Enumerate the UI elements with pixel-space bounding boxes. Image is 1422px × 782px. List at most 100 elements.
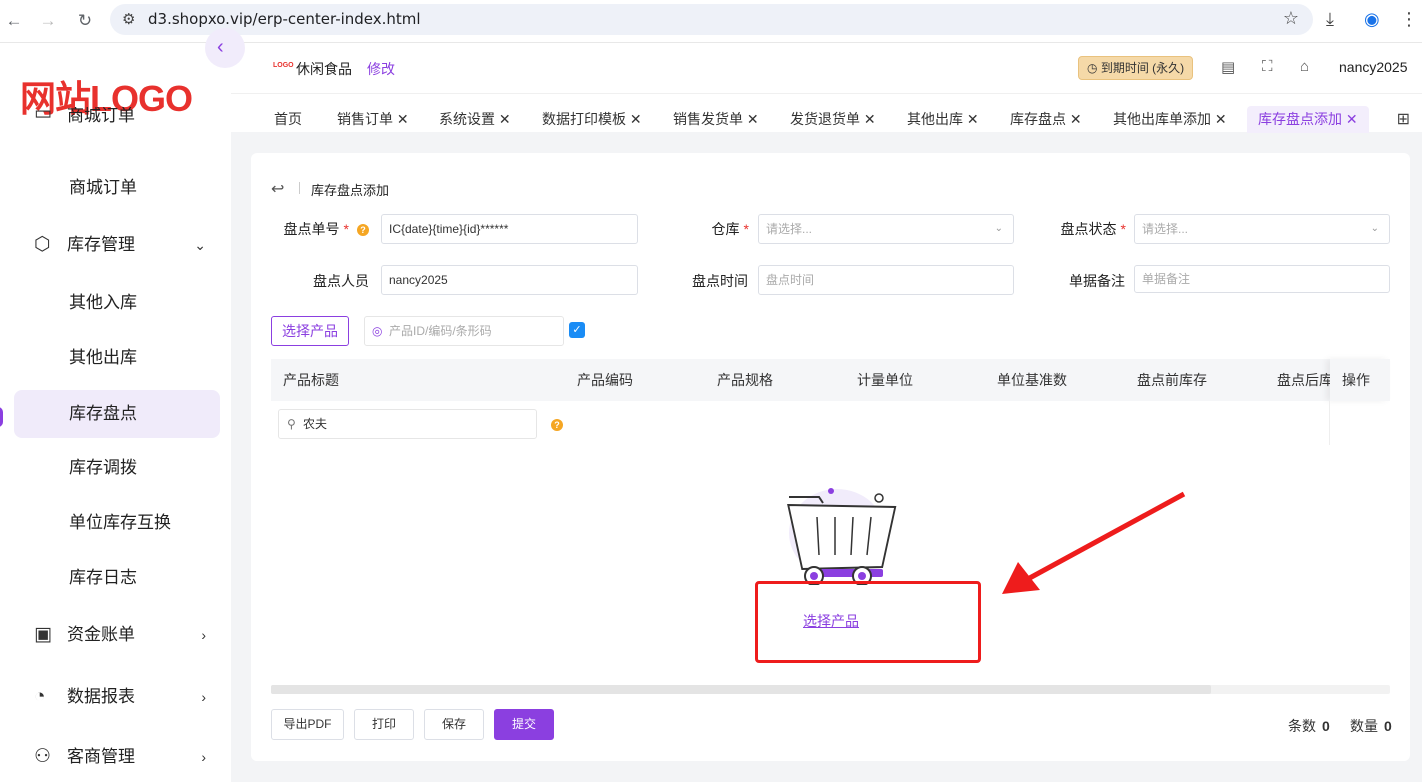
tab-print-templates[interactable]: 数据打印模板 ✕ bbox=[542, 94, 642, 133]
sidebar-item-mall-orders-group[interactable]: ▭ 商城订单 bbox=[14, 107, 220, 147]
person-label: 盘点人员 bbox=[313, 273, 369, 289]
tab-label: 系统设置 bbox=[439, 111, 495, 127]
fullscreen-icon[interactable]: ⛶ bbox=[1262, 58, 1273, 75]
qty-label: 数量 bbox=[1350, 718, 1378, 734]
tab-other-outbound-add[interactable]: 其他出库单添加 ✕ bbox=[1113, 94, 1227, 133]
profile-icon[interactable]: ◉ bbox=[1364, 9, 1380, 30]
url-text[interactable]: d3.shopxo.vip/erp-center-index.html bbox=[148, 10, 421, 28]
expire-label: 到期时间 (永久) bbox=[1100, 61, 1185, 75]
sidebar-item-label: 库存日志 bbox=[69, 568, 137, 587]
sidebar-item-stock-transfer[interactable]: 库存调拨 bbox=[14, 444, 220, 492]
site-settings-icon[interactable]: ⚙ bbox=[122, 10, 135, 28]
tab-sales-delivery[interactable]: 销售发货单 ✕ bbox=[673, 94, 759, 133]
close-icon[interactable]: ✕ bbox=[1070, 111, 1082, 127]
sidebar-item-label: 其他出库 bbox=[69, 348, 137, 367]
sidebar-item-label: 单位库存互换 bbox=[69, 513, 171, 532]
print-button[interactable]: 打印 bbox=[354, 709, 414, 740]
submit-button[interactable]: 提交 bbox=[494, 709, 554, 740]
remark-textarea[interactable]: 单据备注 bbox=[1134, 265, 1390, 293]
filter-value: 农夫 bbox=[303, 417, 328, 431]
product-search-input[interactable]: ◎ 产品ID/编码/条形码 bbox=[364, 316, 564, 346]
reload-icon[interactable]: ↻ bbox=[74, 11, 96, 31]
sidebar-item-label: 其他入库 bbox=[69, 293, 137, 312]
order-no-field[interactable]: IC{date}{time}{id}****** bbox=[381, 214, 638, 244]
tab-stocktaking[interactable]: 库存盘点 ✕ bbox=[1010, 94, 1082, 133]
tab-sales-orders[interactable]: 销售订单 ✕ bbox=[337, 94, 409, 133]
sidebar-item-funds[interactable]: ▣ 资金账单 › bbox=[14, 611, 220, 659]
chevron-right-icon: › bbox=[201, 627, 206, 643]
remark-label: 单据备注 bbox=[1069, 273, 1125, 289]
chevron-left-icon: ‹ bbox=[217, 36, 224, 58]
sidebar-item-reports[interactable]: ◔ 数据报表 › bbox=[14, 673, 220, 721]
tab-stocktaking-add[interactable]: 库存盘点添加 ✕ bbox=[1247, 106, 1369, 133]
qty-stat: 数量 0 bbox=[1350, 716, 1392, 736]
status-select[interactable]: 请选择... ⌄ bbox=[1134, 214, 1390, 244]
decor-dot bbox=[828, 488, 834, 494]
back-icon[interactable]: ↩ bbox=[271, 179, 284, 199]
help-icon[interactable]: ? bbox=[357, 224, 369, 237]
chevron-down-icon: ⌄ bbox=[1370, 223, 1379, 234]
bookmark-star-icon[interactable]: ☆ bbox=[1283, 8, 1299, 29]
search-placeholder: 产品ID/编码/条形码 bbox=[389, 324, 492, 338]
scrollbar-thumb[interactable] bbox=[271, 685, 1211, 694]
sidebar-item-other-outbound[interactable]: 其他出库 bbox=[14, 334, 220, 382]
search-icon: ⚲ bbox=[287, 417, 296, 431]
title-filter-input[interactable]: ⚲ 农夫 bbox=[278, 409, 537, 439]
sidebar-item-mall-orders[interactable]: 商城订单 bbox=[14, 164, 220, 212]
tab-label: 库存盘点添加 bbox=[1258, 111, 1342, 127]
scan-checkbox[interactable]: ✓ bbox=[569, 322, 585, 338]
tab-other-outbound[interactable]: 其他出库 ✕ bbox=[907, 94, 979, 133]
sidebar-collapse-button[interactable]: ‹ bbox=[205, 28, 245, 68]
sidebar-item-stocktaking[interactable]: 库存盘点 bbox=[14, 390, 220, 438]
tab-home[interactable]: 首页 bbox=[274, 94, 302, 133]
chevron-right-icon: › bbox=[201, 689, 206, 705]
warehouse-select[interactable]: 请选择... ⌄ bbox=[758, 214, 1014, 244]
home-icon[interactable]: ⌂ bbox=[1300, 58, 1309, 75]
shop-name: 休闲食品 bbox=[296, 61, 352, 77]
close-icon[interactable]: ✕ bbox=[747, 111, 759, 127]
close-icon[interactable]: ✕ bbox=[967, 111, 979, 127]
sidebar-item-merchants[interactable]: ⚇ 客商管理 › bbox=[14, 733, 220, 781]
camera-icon[interactable]: ◎ bbox=[372, 317, 382, 345]
close-icon[interactable]: ✕ bbox=[864, 111, 876, 127]
sidebar-item-inventory[interactable]: ⬡ 库存管理 ⌄ bbox=[14, 221, 220, 269]
chevron-down-icon: ⌄ bbox=[994, 223, 1003, 234]
menu-dots-icon[interactable]: ⋮ bbox=[1400, 9, 1418, 30]
tab-label: 发货退货单 bbox=[790, 111, 860, 127]
select-product-button[interactable]: 选择产品 bbox=[271, 316, 349, 346]
username[interactable]: nancy2025 bbox=[1339, 59, 1408, 75]
time-field[interactable]: 盘点时间 bbox=[758, 265, 1014, 295]
chevron-down-icon: ⌄ bbox=[194, 237, 206, 253]
required-mark: * bbox=[743, 221, 749, 237]
count-label: 条数 bbox=[1288, 718, 1316, 734]
person-field[interactable]: nancy2025 bbox=[381, 265, 638, 295]
tab-label: 其他出库单添加 bbox=[1113, 111, 1211, 127]
expire-badge[interactable]: ◷ 到期时间 (永久) bbox=[1078, 56, 1194, 80]
close-icon[interactable]: ✕ bbox=[1346, 111, 1358, 127]
count-value: 0 bbox=[1322, 718, 1330, 734]
tab-delivery-return[interactable]: 发货退货单 ✕ bbox=[790, 94, 876, 133]
close-icon[interactable]: ✕ bbox=[397, 111, 409, 127]
sidebar-item-unit-exchange[interactable]: 单位库存互换 bbox=[14, 499, 220, 547]
tabs-grid-icon[interactable]: ⊞ bbox=[1397, 109, 1410, 129]
save-button[interactable]: 保存 bbox=[424, 709, 484, 740]
shop-edit-link[interactable]: 修改 bbox=[367, 59, 395, 79]
close-icon[interactable]: ✕ bbox=[1215, 111, 1227, 127]
address-bar[interactable]: ⚙ d3.shopxo.vip/erp-center-index.html ☆ bbox=[110, 4, 1313, 35]
back-arrow-icon[interactable]: ← bbox=[3, 11, 25, 31]
close-icon[interactable]: ✕ bbox=[630, 111, 642, 127]
close-icon[interactable]: ✕ bbox=[499, 111, 511, 127]
sidebar-item-stock-log[interactable]: 库存日志 bbox=[14, 554, 220, 602]
tab-label: 数据打印模板 bbox=[542, 111, 626, 127]
forward-arrow-icon[interactable]: → bbox=[37, 11, 59, 31]
tab-system-settings[interactable]: 系统设置 ✕ bbox=[439, 94, 511, 133]
sidebar: 网站LOGO ▭ 商城订单 商城订单 ⬡ 库存管理 ⌄ 其他入库 其他出库 库存… bbox=[0, 43, 231, 782]
sidebar-item-other-inbound[interactable]: 其他入库 bbox=[14, 279, 220, 327]
help-icon[interactable]: ? bbox=[551, 419, 563, 431]
export-pdf-button[interactable]: 导出PDF bbox=[271, 709, 344, 740]
translate-icon[interactable]: ▤ bbox=[1221, 58, 1235, 76]
pie-chart-icon: ◔ bbox=[34, 686, 46, 707]
horizontal-scrollbar[interactable] bbox=[271, 685, 1390, 694]
tab-label: 首页 bbox=[274, 111, 302, 127]
download-icon[interactable]: ⤓ bbox=[1326, 9, 1334, 30]
